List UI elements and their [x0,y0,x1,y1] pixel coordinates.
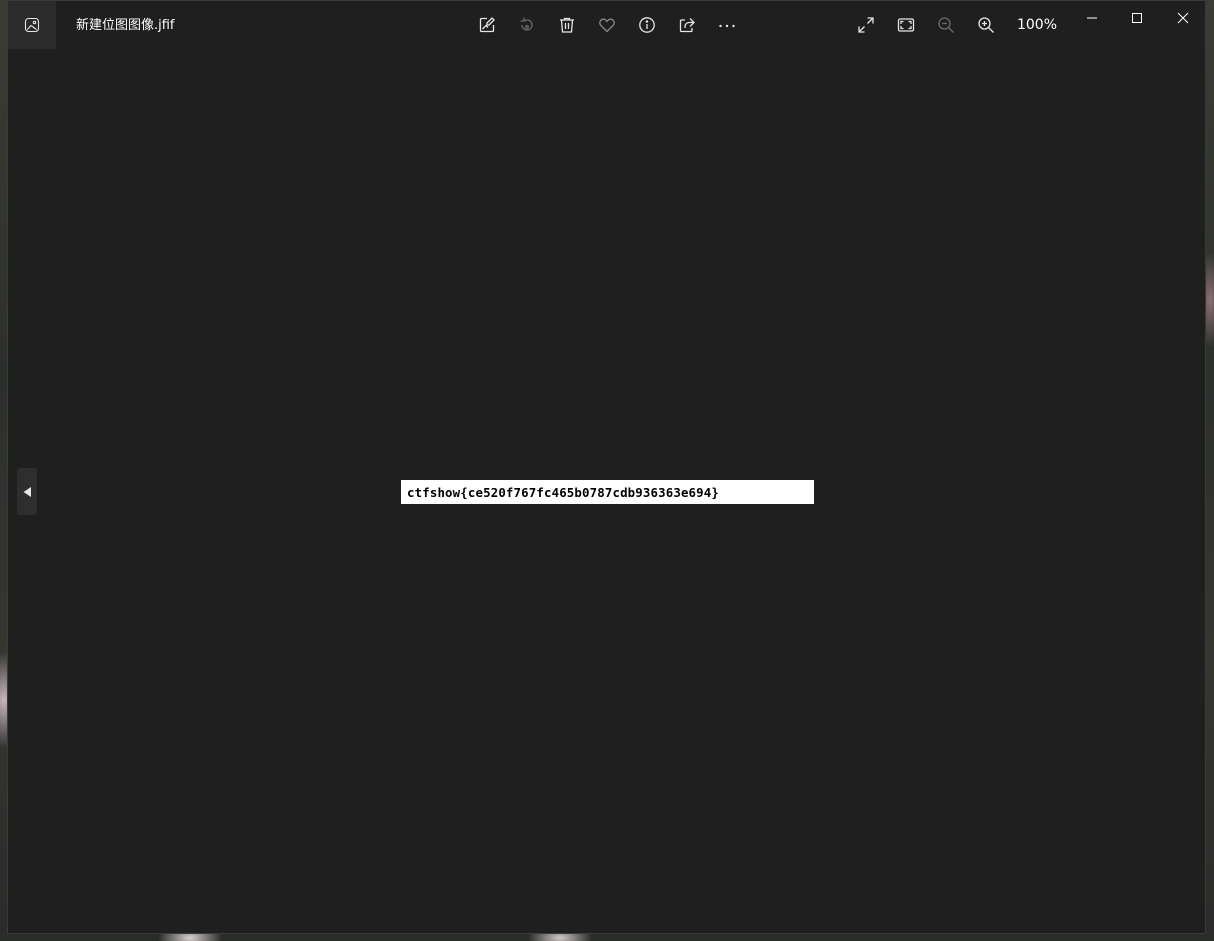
photos-app-window: 新建位图图像.jfif 100% ctfshow{ce520f767fc465b… [7,0,1206,934]
edit-image-button[interactable] [475,13,499,37]
close-button[interactable] [1160,1,1206,35]
zoom-in-button[interactable] [974,13,998,37]
zoom-in-icon [977,16,995,34]
minimize-button[interactable] [1069,1,1115,35]
favorite-button[interactable] [595,13,619,37]
triangle-left-icon [22,486,32,498]
maximize-button[interactable] [1114,1,1160,35]
file-name-title: 新建位图图像.jfif [76,18,175,33]
share-button[interactable] [675,13,699,37]
favorite-heart-icon [598,16,616,34]
rotate-icon [518,16,536,34]
zoom-level-indicator[interactable]: 100% [1012,16,1062,34]
edit-image-icon [478,16,496,34]
share-icon [678,16,696,34]
minimize-icon [1086,12,1098,24]
fullscreen-icon [857,16,875,34]
fit-to-window-icon [897,16,915,34]
delete-button[interactable] [555,13,579,37]
info-icon [638,16,656,34]
zoom-out-icon [937,16,955,34]
app-icon-button[interactable] [8,1,56,49]
photos-app-icon [24,17,40,33]
zoom-out-button[interactable] [934,13,958,37]
fullscreen-button[interactable] [854,13,878,37]
info-button[interactable] [635,13,659,37]
more-icon [718,16,736,34]
fit-to-window-button[interactable] [894,13,918,37]
previous-image-button[interactable] [17,468,37,515]
displayed-image: ctfshow{ce520f767fc465b0787cdb936363e694… [401,480,814,504]
rotate-button[interactable] [515,13,539,37]
image-flag-text: ctfshow{ce520f767fc465b0787cdb936363e694… [407,484,720,500]
maximize-icon [1131,12,1143,24]
close-icon [1177,12,1189,24]
more-options-button[interactable] [715,13,739,37]
title-bar: 新建位图图像.jfif 100% [8,1,1205,49]
delete-icon [558,16,576,34]
